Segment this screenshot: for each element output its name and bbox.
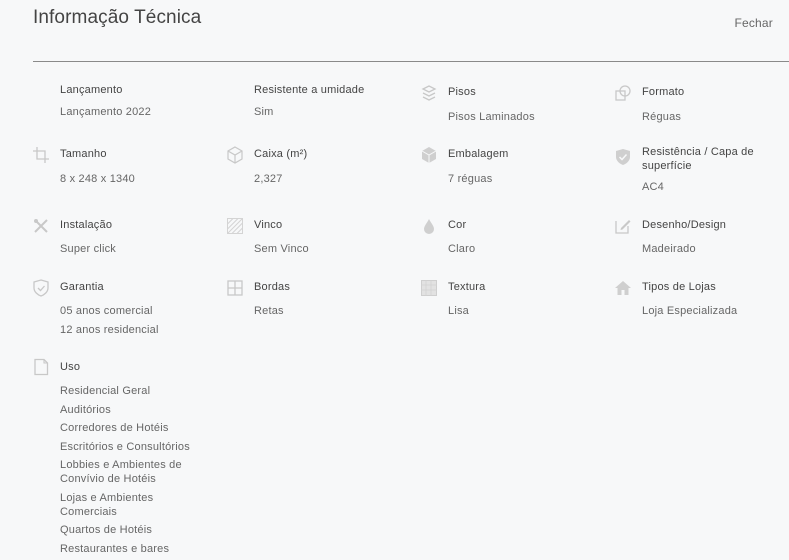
spec-label: Bordas — [254, 281, 291, 293]
spec-label: Resistente a umidade — [254, 84, 365, 96]
tools-icon — [32, 217, 50, 235]
spec-label: Caixa (m²) — [254, 148, 308, 160]
header-divider — [33, 61, 789, 62]
spec-label: Tamanho — [60, 148, 107, 160]
shield-icon — [32, 279, 50, 297]
spec-value: Réguas — [642, 111, 682, 123]
home-icon — [614, 279, 632, 297]
spec-value: Retas — [254, 305, 284, 317]
spec-label: Tipos de Lojas — [642, 281, 716, 293]
spec-value: 2,327 — [254, 173, 283, 185]
spec-value: Super click — [60, 243, 116, 255]
spec-value: Lançamento 2022 — [60, 106, 152, 118]
spec-value: 8 x 248 x 1340 — [60, 173, 135, 185]
spec-value: Corredores de Hotéis — [60, 422, 169, 434]
spec-label: Desenho/Design — [642, 219, 727, 231]
spec-value: Escritórios e Consultórios — [60, 440, 190, 453]
spec-value: 7 réguas — [448, 173, 493, 185]
spec-value: Residencial Geral — [60, 385, 151, 397]
spec-value: Lojas e Ambientes Comerciais — [60, 491, 154, 518]
spec-value: Lisa — [448, 305, 469, 317]
spec-value: 12 anos residencial — [60, 323, 159, 336]
page-title: Informação Técnica — [33, 7, 202, 28]
layers-icon — [420, 84, 438, 102]
box-icon — [226, 146, 244, 164]
edit-icon — [614, 217, 632, 235]
package-icon — [420, 146, 438, 164]
spec-label: Vinco — [254, 219, 283, 231]
spec-label: Instalação — [60, 219, 113, 231]
spec-label: Resistência / Capa de superfície — [642, 146, 754, 172]
spec-value: Madeirado — [642, 243, 696, 255]
spec-label: Garantia — [60, 281, 104, 293]
spec-value: Pisos Laminados — [448, 111, 535, 123]
spec-value: AC4 — [642, 181, 664, 193]
spec-label: Embalagem — [448, 148, 509, 160]
spec-label: Cor — [448, 219, 467, 231]
document-icon — [32, 358, 50, 376]
spec-value: Loja Especializada — [642, 305, 738, 317]
spec-label: Uso — [60, 361, 81, 373]
spec-value: Claro — [448, 243, 476, 255]
spec-value: Restaurantes e bares — [60, 542, 170, 555]
spec-label: Lançamento — [60, 84, 123, 96]
shapes-icon — [614, 84, 632, 102]
spec-value: Auditórios — [60, 403, 111, 416]
shield-check-icon — [614, 148, 632, 166]
spec-value: Quartos de Hotéis — [60, 524, 153, 536]
spec-label: Formato — [642, 86, 685, 98]
spec-label: Textura — [448, 281, 486, 293]
drop-icon — [420, 217, 438, 235]
close-button[interactable]: Fechar — [734, 16, 773, 30]
spec-value: 05 anos comercial — [60, 305, 153, 317]
grid-icon — [226, 279, 244, 297]
crop-icon — [32, 146, 50, 164]
texture-icon — [226, 217, 244, 235]
spec-value: Lobbies e Ambientes de Convívio de Hotéi… — [60, 459, 182, 485]
spec-value: Sem Vinco — [254, 243, 309, 255]
texture-icon — [420, 279, 438, 297]
spec-value: Sim — [254, 106, 274, 118]
spec-label: Pisos — [448, 86, 476, 98]
